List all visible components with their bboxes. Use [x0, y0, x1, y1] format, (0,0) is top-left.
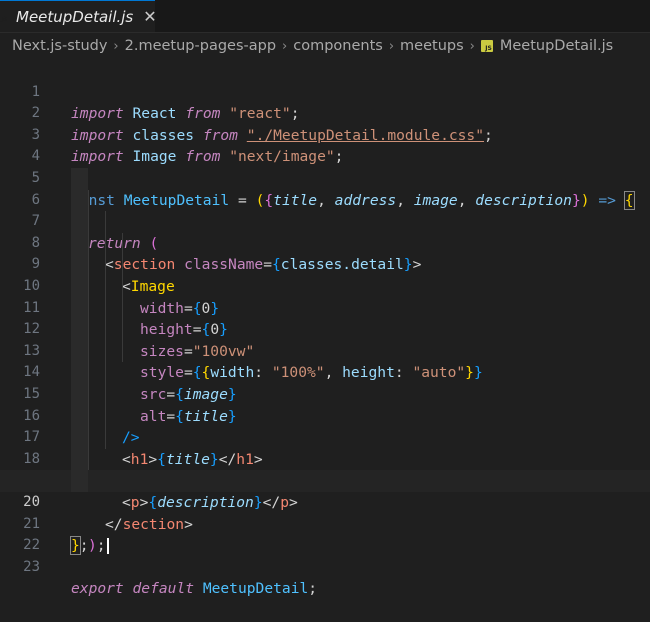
breadcrumb-item[interactable]: Next.js-study	[12, 38, 107, 54]
code-line[interactable]: 2 import classes from "./MeetupDetail.mo…	[0, 82, 650, 144]
code-line[interactable]: 7 <section className={classes.detail}>	[0, 189, 650, 273]
chevron-right-icon: ›	[388, 38, 395, 54]
code-line[interactable]: 5 const MeetupDetail = ({title, address,…	[0, 146, 650, 210]
chevron-right-icon: ›	[113, 38, 119, 54]
code-line[interactable]: 21 };	[0, 492, 650, 556]
chevron-right-icon: ›	[282, 38, 288, 54]
tab-bar: MeetupDetail.js ✕	[0, 0, 650, 33]
code-line[interactable]: 6 return (	[0, 168, 650, 252]
breadcrumb-item[interactable]: components	[293, 38, 383, 54]
code-line[interactable]: 16 <h1>{title}</h1>	[0, 384, 650, 468]
code-line-active[interactable]: 20 );	[0, 470, 650, 555]
tab-title: MeetupDetail.js	[16, 7, 134, 26]
breadcrumb-item[interactable]: 2.meetup-pages-app	[125, 38, 276, 54]
code-line[interactable]: 18 <p>{description}</p>	[0, 427, 650, 511]
close-icon[interactable]: ✕	[143, 7, 156, 26]
code-line[interactable]: 4	[0, 125, 650, 164]
code-line[interactable]: 19 </section>	[0, 448, 650, 533]
code-line[interactable]: 9 width={0}	[0, 232, 650, 317]
code-line[interactable]: 1 import React from "react";	[0, 60, 650, 123]
breadcrumb: Next.js-study › 2.meetup-pages-app › com…	[0, 33, 650, 59]
breadcrumb-item[interactable]: meetups	[400, 38, 464, 54]
code-line[interactable]: 10 height={0}	[0, 254, 650, 338]
code-line[interactable]: 22	[0, 514, 650, 553]
code-line[interactable]: 23 export default MeetupDetail;	[0, 535, 650, 598]
code-line[interactable]: 15 />	[0, 362, 650, 446]
code-line[interactable]: 13 src={image}	[0, 319, 650, 403]
code-token: default	[132, 580, 195, 598]
code-token: MeetupDetail	[202, 580, 309, 598]
code-line[interactable]: 8 <Image	[0, 211, 650, 295]
tab-meetupdetail[interactable]: MeetupDetail.js ✕	[0, 0, 157, 32]
code-line[interactable]: 17 <address>{address}</address>	[0, 405, 650, 489]
javascript-file-icon	[480, 40, 493, 52]
code-line[interactable]: 11 sizes="100vw"	[0, 276, 650, 360]
code-line[interactable]: 3 import Image from "next/image";	[0, 103, 650, 166]
code-line[interactable]: 14 alt={title}	[0, 340, 650, 425]
code-token: export	[71, 580, 124, 598]
line-number: 23	[23, 558, 40, 575]
code-editor[interactable]: 1 import React from "react"; 2 import cl…	[0, 60, 650, 598]
breadcrumb-file[interactable]: MeetupDetail.js	[500, 38, 613, 54]
code-line[interactable]: 12 style={{width: "100%", height: "auto"…	[0, 297, 650, 381]
chevron-right-icon: ›	[469, 38, 475, 54]
